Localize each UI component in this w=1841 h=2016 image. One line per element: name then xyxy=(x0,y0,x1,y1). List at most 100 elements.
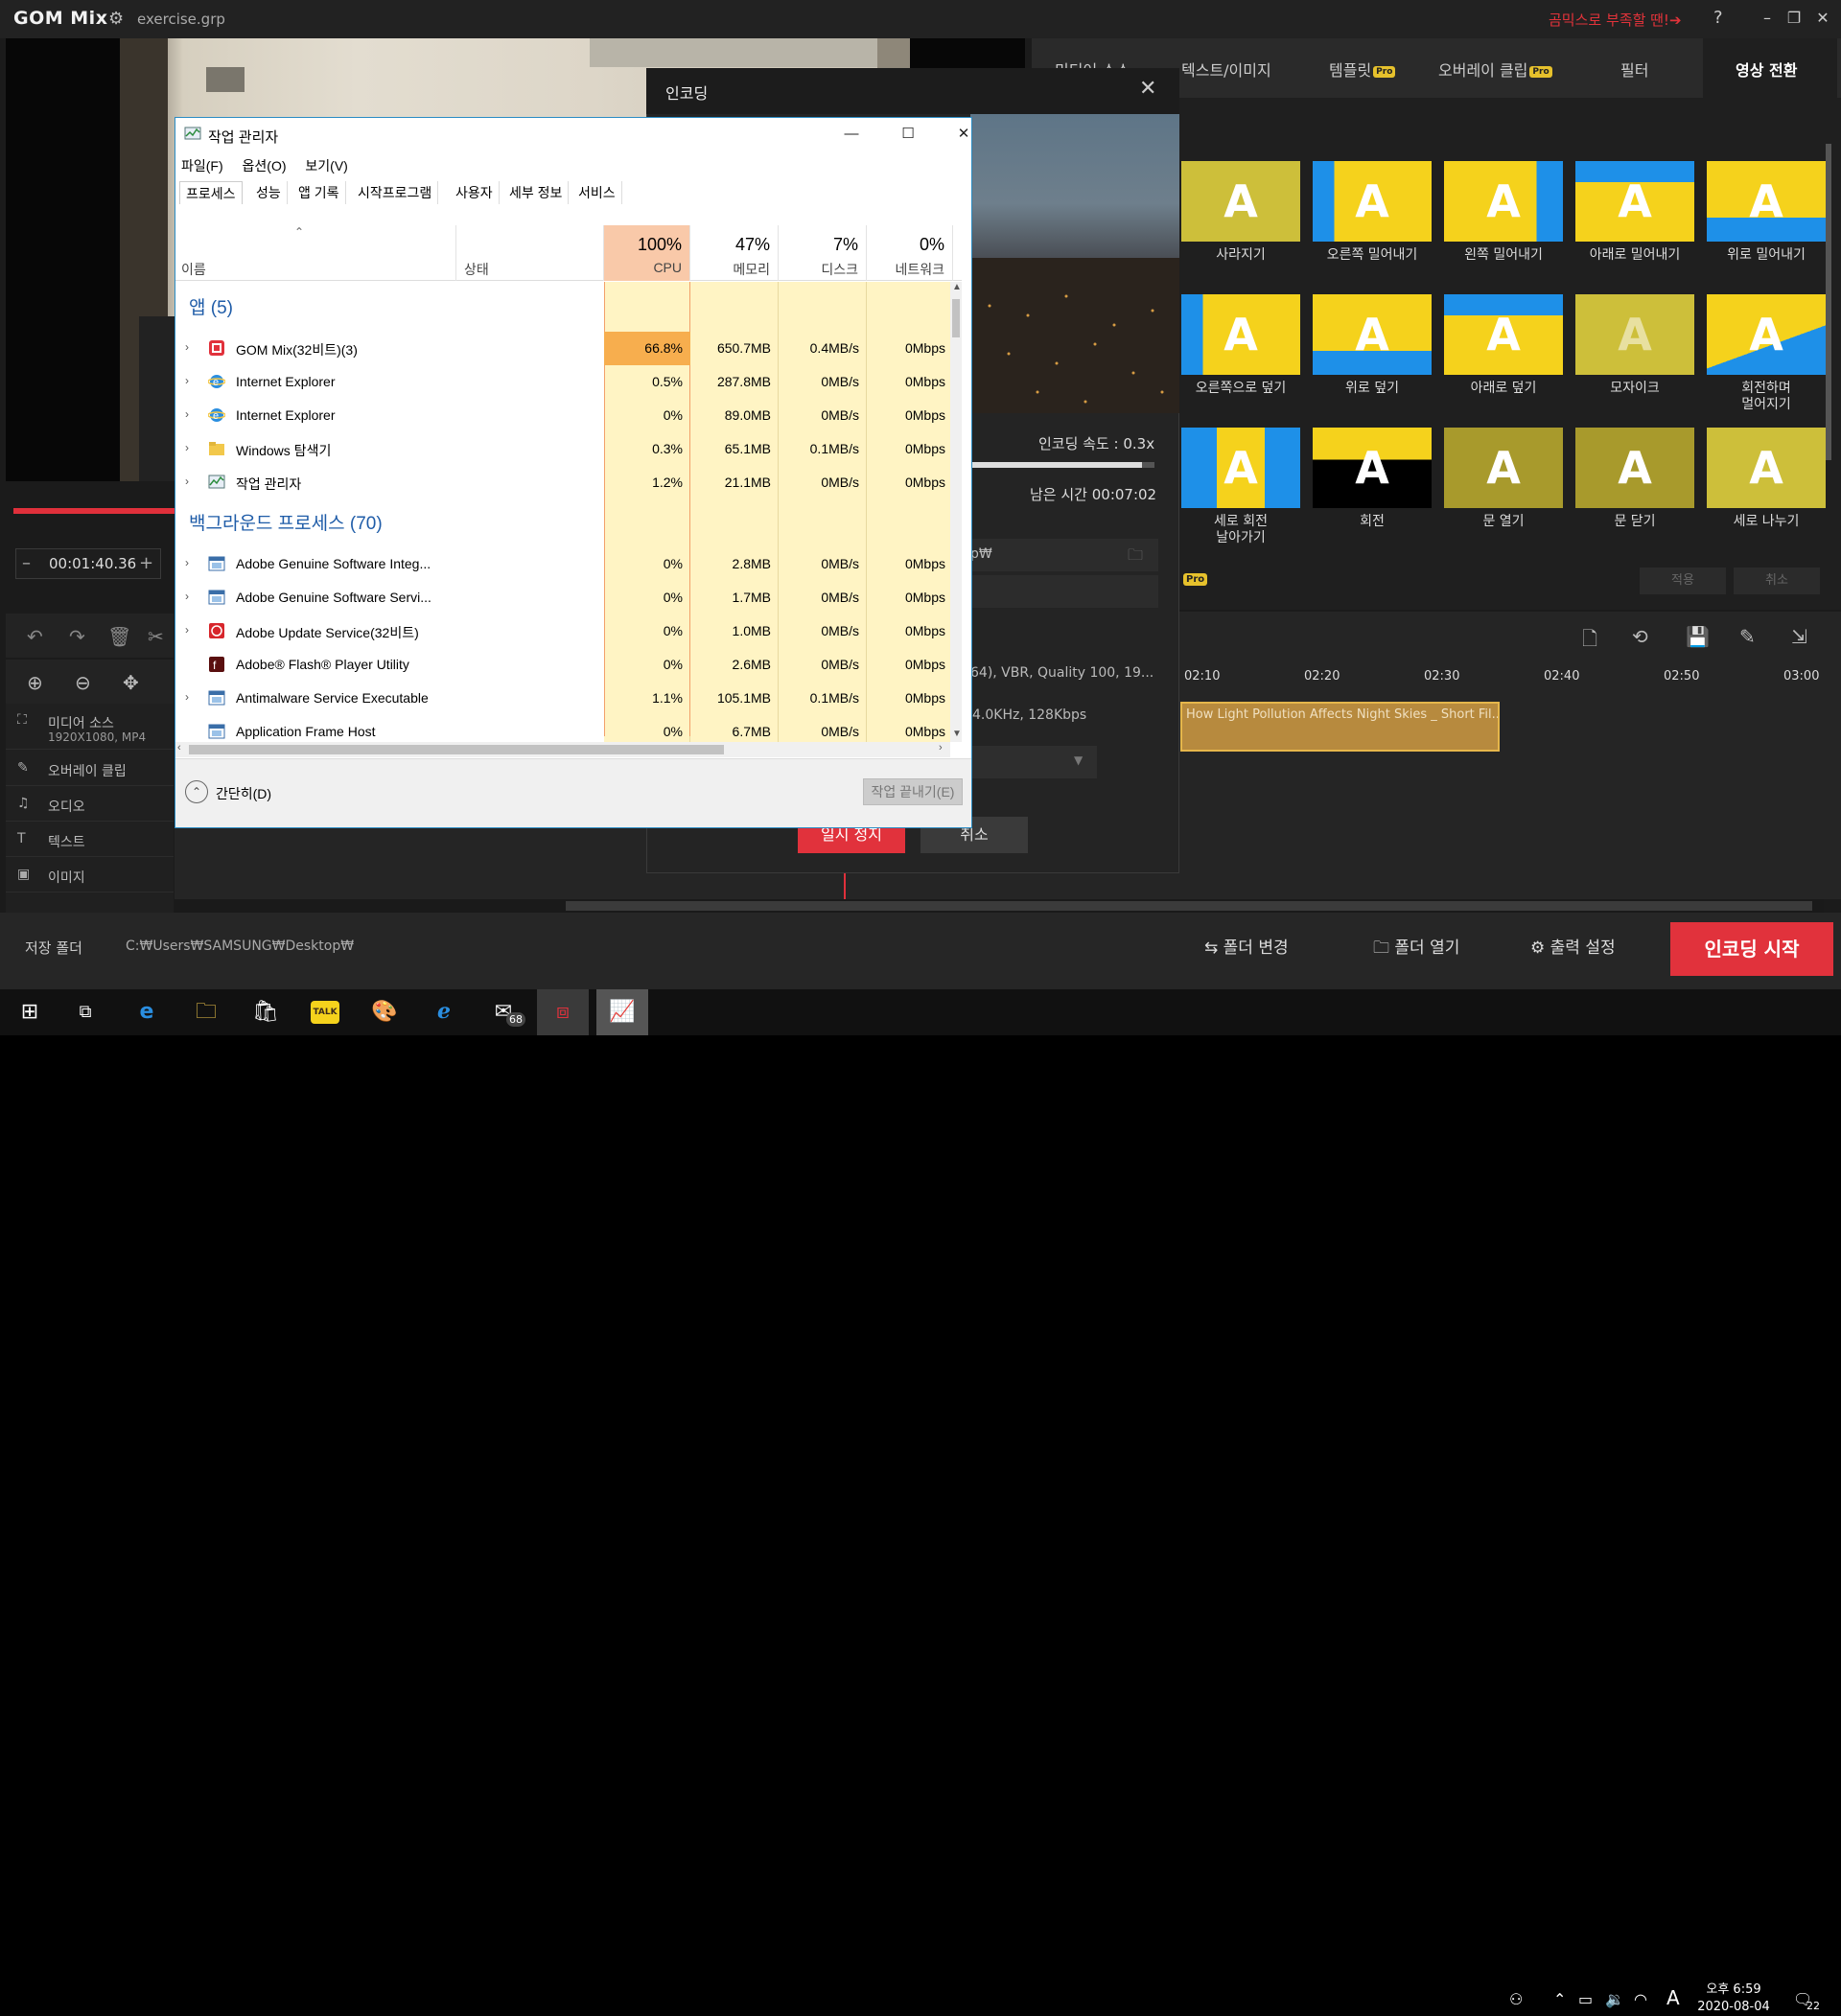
redo-icon[interactable]: ↷ xyxy=(69,625,85,648)
internet-explorer-icon[interactable]: ℯ xyxy=(418,989,470,1035)
task-view-icon[interactable]: ⧉ xyxy=(59,989,111,1035)
tab-text-image[interactable]: 텍스트/이미지 xyxy=(1181,58,1271,81)
clock[interactable]: 오후 6:59 2020-08-04 xyxy=(1695,1981,1772,2016)
tab-transition[interactable]: 영상 전환 xyxy=(1736,58,1797,81)
store-icon[interactable]: 🛍 xyxy=(240,989,291,1035)
process-row[interactable]: › Windows 탐색기 0.3% 65.1MB 0.1MB/s 0Mbps xyxy=(175,432,950,466)
minimize-button[interactable]: – xyxy=(1755,6,1780,31)
volume-icon[interactable]: 🔉 xyxy=(1605,1990,1624,2008)
close-icon[interactable]: ✕ xyxy=(1139,77,1156,101)
col-name[interactable]: ⌃ 이름 xyxy=(175,225,456,281)
track-media-source[interactable]: ⛶ 미디어 소스 1920X1080, MP4 xyxy=(6,704,174,750)
tab-processes[interactable]: 프로세스 xyxy=(179,181,243,204)
transition-item[interactable]: A 문 닫기 xyxy=(1575,428,1694,545)
apply-button[interactable]: 적용 xyxy=(1640,568,1726,594)
transition-item[interactable]: A 위로 밀어내기 xyxy=(1707,161,1826,278)
timeline-scroll-thumb[interactable] xyxy=(566,901,1812,911)
transition-item[interactable]: A 모자이크 xyxy=(1575,294,1694,411)
tm-vertical-thumb[interactable] xyxy=(952,299,960,337)
wifi-icon[interactable]: ◠ xyxy=(1634,1990,1647,2008)
fewer-details-link[interactable]: 간단히(D) xyxy=(216,784,271,803)
transition-item[interactable]: A 오른쪽으로 덮기 xyxy=(1181,294,1300,411)
fit-icon[interactable]: ✥ xyxy=(123,671,139,694)
transition-item[interactable]: A 왼쪽 밀어내기 xyxy=(1444,161,1563,278)
chevron-right-icon[interactable]: › xyxy=(185,441,189,454)
scroll-left-icon[interactable]: ‹ xyxy=(177,742,181,753)
process-row[interactable]: › e Internet Explorer 0.5% 287.8MB 0MB/s 0Mbps xyxy=(175,365,950,399)
kakaotalk-icon[interactable]: TALK xyxy=(299,989,351,1035)
tm-horizontal-thumb[interactable] xyxy=(189,745,724,754)
ime-indicator[interactable]: A xyxy=(1666,1986,1680,2009)
scissors-icon[interactable]: ✂ xyxy=(148,625,164,648)
transition-item[interactable]: A 사라지기 xyxy=(1181,161,1300,278)
tm-minimize-button[interactable]: — xyxy=(832,122,871,147)
change-folder-button[interactable]: ⇆ 폴더 변경 xyxy=(1204,934,1289,958)
track-image[interactable]: ▣ 이미지 xyxy=(6,858,174,892)
frame-forward-button[interactable]: + xyxy=(139,549,153,578)
timeline-ruler[interactable]: 02:10 02:20 02:30 02:40 02:50 03:00 xyxy=(1180,660,1841,694)
people-icon[interactable]: ⚇ xyxy=(1509,1990,1523,2008)
chevron-right-icon[interactable]: › xyxy=(185,590,189,603)
new-project-icon[interactable]: 🗋 xyxy=(1582,625,1597,658)
transition-cancel-button[interactable]: 취소 xyxy=(1734,568,1820,594)
save-icon[interactable]: 💾 xyxy=(1686,625,1710,648)
process-row[interactable]: › Adobe Genuine Software Servi... 0% 1.7MB 0… xyxy=(175,581,950,614)
col-cpu[interactable]: 100% CPU xyxy=(604,225,690,281)
track-overlay[interactable]: ✎ 오버레이 클립 xyxy=(6,752,174,786)
file-explorer-icon[interactable]: 🗀 xyxy=(180,989,232,1035)
gear-icon[interactable]: ⚙ xyxy=(108,9,124,29)
transition-item[interactable]: A 아래로 덮기 xyxy=(1444,294,1563,411)
transition-item[interactable]: A 회전 xyxy=(1313,428,1432,545)
save-as-icon[interactable]: ✎ xyxy=(1739,625,1756,648)
col-disk[interactable]: 7% 디스크 xyxy=(779,225,867,281)
export-icon[interactable]: ⇲ xyxy=(1791,625,1807,648)
transition-item[interactable]: A 세로 회전 날아가기 xyxy=(1181,428,1300,545)
track-audio[interactable]: ♫ 오디오 xyxy=(6,787,174,822)
chevron-right-icon[interactable]: › xyxy=(185,340,189,354)
zoom-out-icon[interactable]: ⊖ xyxy=(75,671,91,694)
gom-mix-taskbar-icon[interactable]: ⧈ xyxy=(537,989,589,1035)
tab-filter[interactable]: 필터 xyxy=(1620,58,1648,81)
tm-close-button[interactable]: ✕ xyxy=(944,122,983,147)
folder-icon[interactable]: 🗀 xyxy=(1128,545,1143,570)
tm-vertical-scrollbar[interactable]: ▲ ▼ xyxy=(950,282,962,742)
chevron-right-icon[interactable]: › xyxy=(185,475,189,488)
tab-performance[interactable]: 성능 xyxy=(250,181,288,204)
transition-item[interactable]: A 위로 덮기 xyxy=(1313,294,1432,411)
effects-scrollbar[interactable] xyxy=(1826,144,1831,460)
battery-icon[interactable]: ▭ xyxy=(1578,1990,1593,2008)
promo-link[interactable]: 곰믹스로 부족할 땐!➔ xyxy=(1549,10,1682,30)
col-status[interactable]: 상태 xyxy=(456,225,604,281)
trash-icon[interactable]: 🗑 xyxy=(107,625,131,648)
process-row[interactable]: › Antimalware Service Executable 1.1% 105.1… xyxy=(175,682,950,715)
scroll-up-icon[interactable]: ▲ xyxy=(952,282,962,292)
chevron-right-icon[interactable]: › xyxy=(185,374,189,387)
frame-back-button[interactable]: – xyxy=(22,549,31,578)
track-text[interactable]: T 텍스트 xyxy=(6,823,174,857)
transition-item[interactable]: A 문 열기 xyxy=(1444,428,1563,545)
paint-icon[interactable]: 🎨 xyxy=(359,989,410,1035)
tab-app-history[interactable]: 앱 기록 xyxy=(292,181,346,204)
process-row[interactable]: › e Internet Explorer 0% 89.0MB 0MB/s 0Mbps xyxy=(175,399,950,432)
tm-maximize-button[interactable]: ☐ xyxy=(889,122,927,147)
undo-icon[interactable]: ↶ xyxy=(27,625,43,648)
mail-icon[interactable]: ✉ 68 xyxy=(478,989,529,1035)
process-row[interactable]: › 작업 관리자 1.2% 21.1MB 0MB/s 0Mbps xyxy=(175,466,950,499)
tab-overlay-clip[interactable]: 오버레이 클립 Pro xyxy=(1438,58,1552,81)
transition-item[interactable]: A 오른쪽 밀어내기 xyxy=(1313,161,1432,278)
menu-file[interactable]: 파일(F) xyxy=(181,158,223,174)
timecode-box[interactable]: – 00:01:40.36 + xyxy=(15,548,161,579)
tab-details[interactable]: 세부 정보 xyxy=(503,181,570,204)
tab-users[interactable]: 사용자 xyxy=(450,181,500,204)
tab-template[interactable]: 템플릿 Pro xyxy=(1329,58,1396,81)
scroll-right-icon[interactable]: › xyxy=(939,742,943,753)
timeline-clip[interactable]: How Light Pollution Affects Night Skies … xyxy=(1180,702,1500,752)
chevron-right-icon[interactable]: › xyxy=(185,623,189,637)
seek-bar-progress[interactable] xyxy=(13,508,176,514)
windows-start-icon[interactable]: ⊞ xyxy=(4,989,56,1035)
help-icon[interactable]: ? xyxy=(1713,8,1723,28)
end-task-button[interactable]: 작업 끝내기(E) xyxy=(863,778,963,805)
open-folder-button[interactable]: 🗀 폴더 열기 xyxy=(1373,934,1459,963)
tab-services[interactable]: 서비스 xyxy=(572,181,622,204)
close-button[interactable]: ✕ xyxy=(1810,6,1835,31)
